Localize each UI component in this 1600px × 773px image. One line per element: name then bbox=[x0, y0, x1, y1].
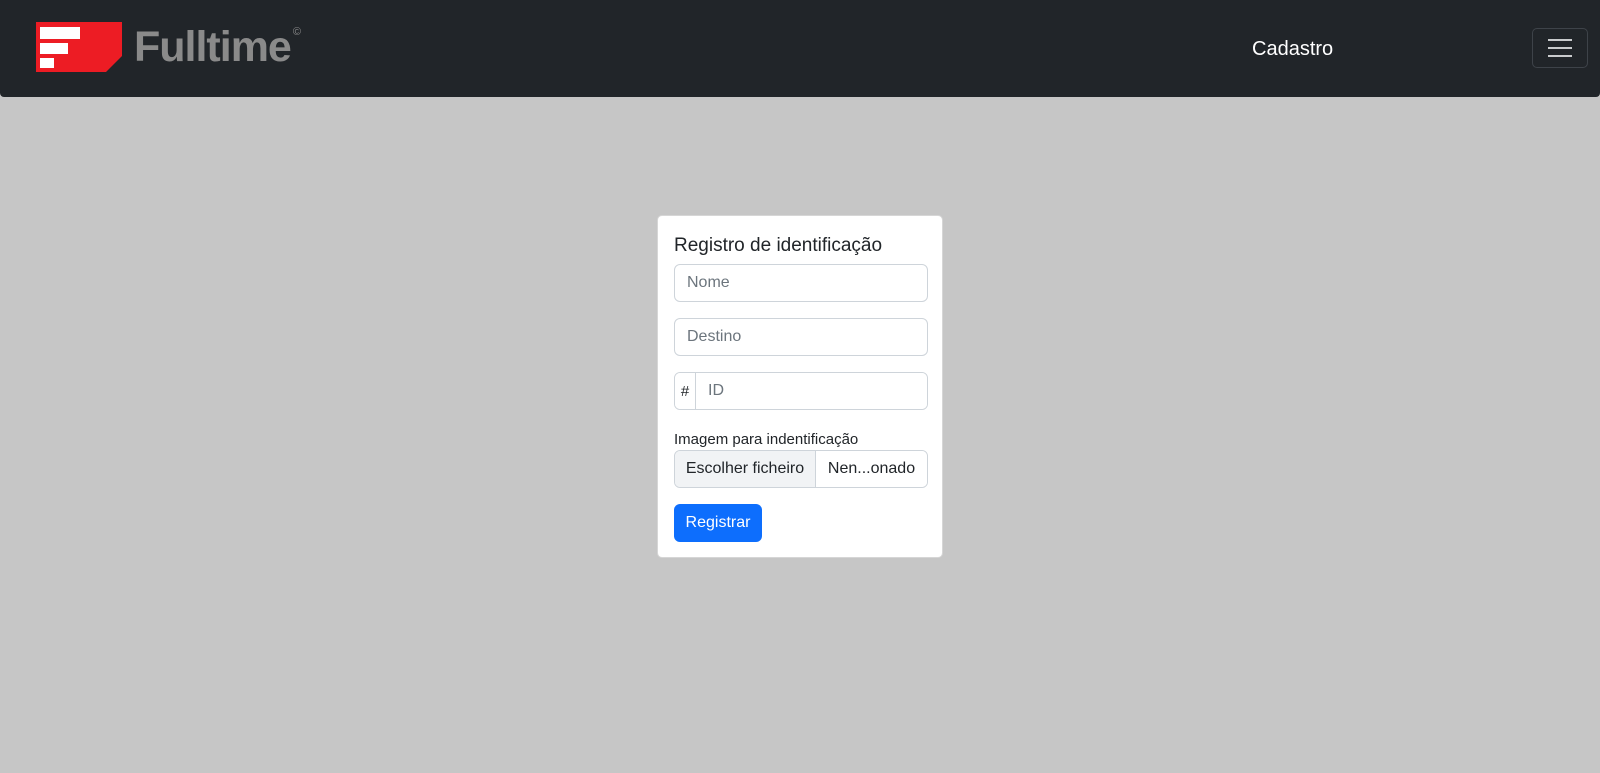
choose-file-button[interactable]: Escolher ficheiro bbox=[675, 451, 816, 487]
id-prefix: # bbox=[675, 373, 696, 409]
navbar-toggler-button[interactable] bbox=[1532, 28, 1588, 68]
file-status: Nen...onado bbox=[816, 451, 927, 487]
registered-mark: © bbox=[292, 26, 301, 38]
brand-logo[interactable]: Fulltime © bbox=[36, 22, 301, 72]
hamburger-menu-icon bbox=[1548, 39, 1572, 57]
card-title: Registro de identificação bbox=[674, 235, 883, 256]
id-input[interactable] bbox=[696, 373, 927, 409]
navbar: Fulltime © Cadastro bbox=[0, 0, 1600, 97]
file-label: Imagem para indentificação bbox=[674, 431, 859, 448]
brand-name: Fulltime bbox=[134, 23, 292, 71]
fulltime-logo-mark-icon bbox=[36, 22, 122, 72]
image-file-input[interactable]: Escolher ficheiro Nen...onado bbox=[674, 450, 928, 488]
nav-link-cadastro[interactable]: Cadastro bbox=[1252, 37, 1333, 61]
registration-card: Registro de identificação # Imagem para … bbox=[657, 215, 943, 558]
page: Fulltime © Cadastro Registro de identifi… bbox=[0, 0, 1600, 773]
nome-input[interactable] bbox=[674, 264, 928, 302]
destino-input[interactable] bbox=[674, 318, 928, 356]
registrar-button[interactable]: Registrar bbox=[674, 504, 762, 542]
id-input-group: # bbox=[674, 372, 928, 410]
